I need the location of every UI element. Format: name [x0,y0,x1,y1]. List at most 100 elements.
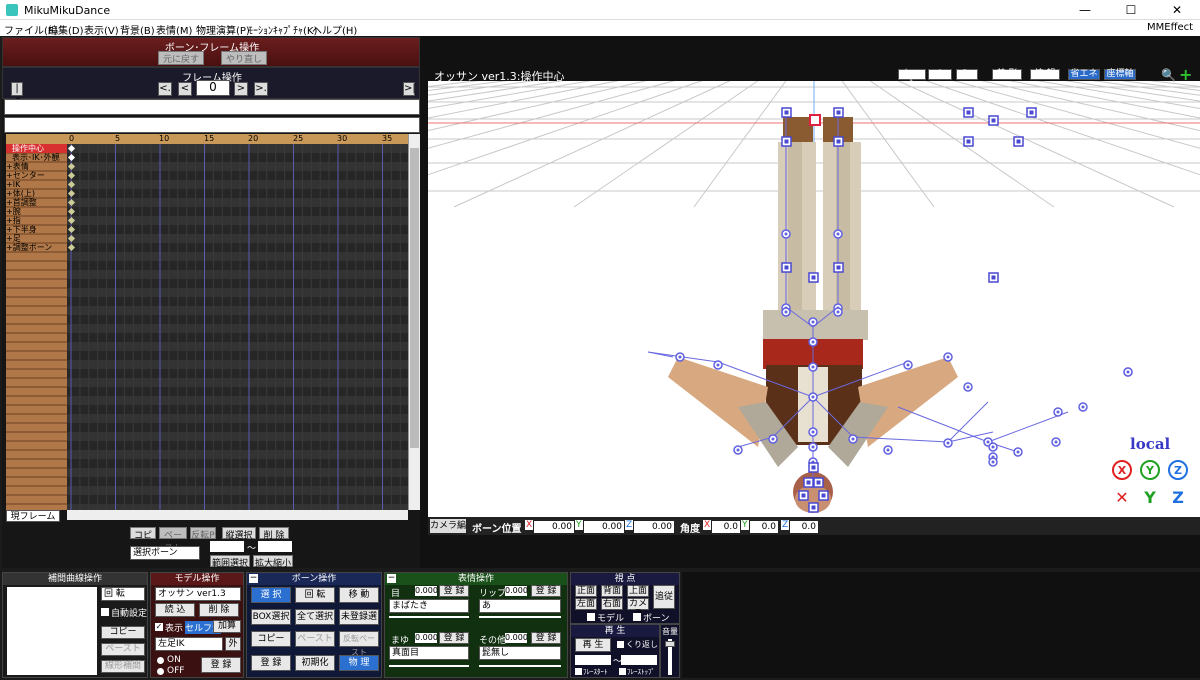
add-blend-button[interactable]: 加算 [213,620,241,633]
brow-slider[interactable] [389,665,469,667]
box-select-button[interactable]: BOX選択 [251,609,291,625]
bone-init-button[interactable]: 初期化 [295,655,335,671]
volume-thumb[interactable] [665,641,675,647]
eco-button[interactable]: 省エネ [1068,69,1100,80]
model-delete-button[interactable]: 削 除 [199,603,239,617]
timeline-hscroll[interactable] [67,510,408,520]
track-label[interactable]: +IK [6,180,20,189]
timeline-ruler[interactable]: 0 5 10 15 20 25 30 35 [67,134,408,144]
axis-button[interactable]: 座標軸 [1104,69,1136,80]
view-front-button[interactable]: 正面 [575,585,597,597]
collapse-icon[interactable]: − [249,574,258,583]
track-label[interactable]: 操作中心 [12,144,44,153]
track-label[interactable]: 表示･IK･外観 [12,153,60,162]
next-frame-button[interactable]: > [234,82,248,96]
prev-frame-button[interactable]: < [178,82,192,96]
view-right-button[interactable]: 右面 [601,598,623,610]
outer-parent-button[interactable]: 外 [225,637,241,651]
copy-button[interactable]: コピー [130,527,156,554]
brow-value[interactable]: 0.000 [415,633,438,643]
off-radio[interactable] [157,668,164,675]
interp-curve-canvas[interactable] [7,587,97,675]
current-frame-button[interactable]: 現フレーム [6,510,60,522]
close-button[interactable]: ✕ [1154,0,1200,20]
lip-value[interactable]: 0.000 [505,586,528,596]
menu-expression[interactable]: 表情(M) [156,22,192,37]
delete-frame-button[interactable]: 削 除 [259,527,289,541]
eye-register-button[interactable]: 登 録 [439,585,469,597]
maximize-button[interactable]: ☐ [1108,0,1154,20]
view-top-button[interactable]: 上面 [627,585,649,597]
last-frame-button[interactable]: >| [403,82,416,96]
interp-rotate-select[interactable]: 回 転 [101,587,145,601]
on-radio[interactable] [157,657,164,664]
angle-y-input[interactable]: 0.0 [750,521,778,533]
range-start-input[interactable] [210,541,244,552]
auto-checkbox[interactable] [101,608,109,616]
view-left-button[interactable]: 左面 [575,598,597,610]
undo-button[interactable]: 元に戻す [158,51,204,65]
minimize-button[interactable]: — [1062,0,1108,20]
range-end-input[interactable] [258,541,292,552]
show-checkbox[interactable]: ✓ [155,623,163,631]
brow-select[interactable]: 真面目 [389,646,469,660]
lip-select[interactable]: あ [479,599,561,613]
play-range-start[interactable] [575,655,611,665]
linear-interp-button[interactable]: 線形補間 [101,660,145,673]
zoom-button[interactable]: 拡大縮小 [253,555,293,569]
frame-stop-checkbox[interactable] [619,668,626,675]
view-back-button[interactable]: 背面 [601,585,623,597]
bone-checkbox[interactable] [633,613,641,621]
lip-slider[interactable] [479,616,561,618]
bone-move-button[interactable]: 移 動 [339,587,379,603]
angle-x-input[interactable]: 0.0 [712,521,740,533]
bone-y-input[interactable]: 0.00 [584,521,624,533]
select-all-button[interactable]: 全て選択 [295,609,335,625]
view-camera-button[interactable]: カメラ [627,598,649,619]
menu-help[interactable]: ヘルプ(H) [312,22,357,37]
prev-key-button[interactable]: <. [158,82,172,96]
physics-button[interactable]: 物 理 [339,655,379,671]
brow-register-button[interactable]: 登 録 [439,632,469,644]
menu-view[interactable]: 表示(V) [84,22,119,37]
beauty-button[interactable]: 美 影 [992,69,1022,80]
menu-physics[interactable]: 物理演算(P) [196,22,250,37]
bone-x-input[interactable]: 0.00 [534,521,574,533]
follow-button[interactable]: 追従 [653,585,675,609]
bone-rotate-button[interactable]: 回 転 [295,587,335,603]
eye-select[interactable]: まばたき [389,599,469,613]
model-load-button[interactable]: 読 込 [155,603,195,617]
scroll-thumb[interactable] [410,148,419,448]
track-label[interactable]: +首調整 [6,198,37,207]
track-label[interactable]: +下半身 [6,225,37,234]
local-mode-label[interactable]: local [1130,435,1170,453]
axis-gizmo[interactable]: X Y Z ✕ Y Z [1110,460,1196,510]
track-label[interactable]: +指 [6,216,21,225]
play-range-end[interactable] [621,655,657,665]
timeline-vscroll[interactable] [408,134,420,510]
other-select[interactable]: 髭無し [479,646,561,660]
model-bone-select[interactable]: 左足IK [155,637,223,651]
bone-register-button[interactable]: 登 録 [251,655,291,671]
other-register-button[interactable]: 登 録 [531,632,561,644]
unregistered-select-button[interactable]: 未登録選 [339,609,379,625]
track-label[interactable]: +足 [6,234,21,243]
track-label[interactable]: +調整ボーン [6,243,52,252]
go-button[interactable]: Go [956,69,978,80]
loop-checkbox[interactable] [617,641,624,648]
selection-mode-select[interactable]: 選択ボーン [130,546,200,560]
bone-reverse-paste-button[interactable]: 反転ペースト [339,631,379,657]
bone-select-button[interactable]: 選 択 [251,587,291,603]
redo-button[interactable]: やり直し [221,51,267,65]
first-frame-button[interactable]: |< [11,82,23,106]
add-icon[interactable]: + [1179,65,1192,84]
interp-paste-button[interactable]: ペースト [101,643,145,656]
bone-paste-button[interactable]: ペースト [295,631,335,647]
next-key-button[interactable]: >. [254,82,268,96]
track-label[interactable]: +体(上) [6,189,35,198]
menu-edit[interactable]: 編集(D) [48,22,84,37]
menu-background[interactable]: 背景(B) [120,22,155,37]
model-checkbox[interactable] [587,613,595,621]
track-label[interactable]: +表情 [6,162,29,171]
vertical-select-button[interactable]: 縦選択 [222,527,256,541]
